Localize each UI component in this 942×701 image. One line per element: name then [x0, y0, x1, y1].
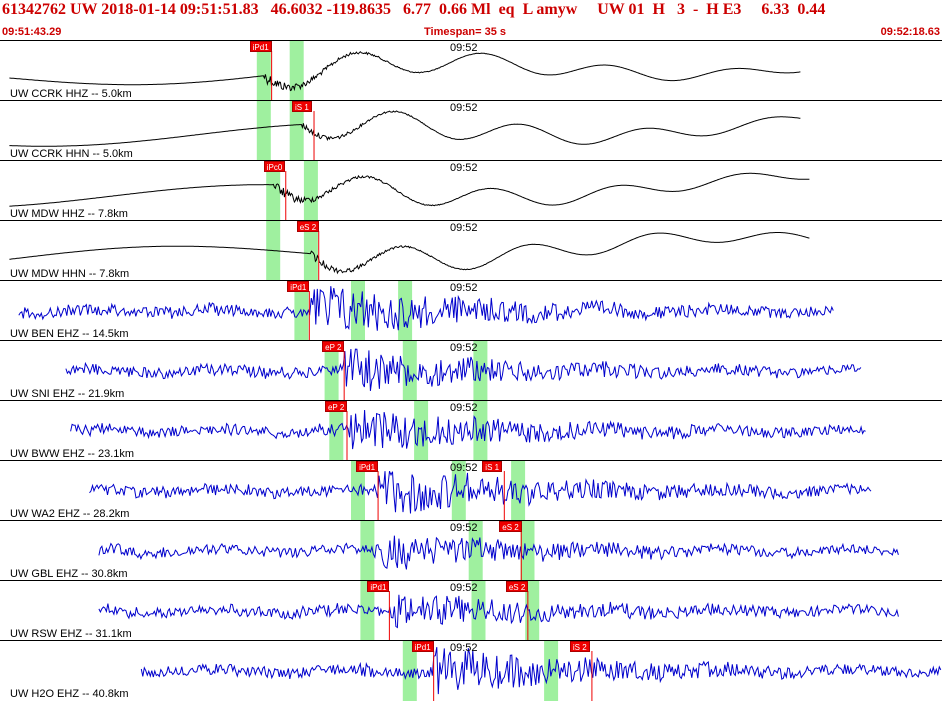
phase-pick-flag[interactable]: iPd1: [249, 41, 272, 52]
phase-pick-flag[interactable]: eS 2: [505, 581, 529, 592]
time-tick-label: 09:52: [450, 402, 478, 414]
phase-pick-flag[interactable]: iS 1: [482, 461, 503, 472]
time-tick-label: 09:52: [450, 582, 478, 594]
phase-pick-flag[interactable]: eP 2: [324, 401, 348, 412]
phase-window: [414, 401, 429, 461]
phase-pick-flag[interactable]: eP 2: [322, 341, 345, 352]
time-tick-label: 09:52: [450, 282, 478, 294]
time-start: 09:51:43.29: [2, 26, 62, 38]
trace-panel[interactable]: eP 2 09:52 UW SNI EHZ -- 21.9km: [0, 340, 942, 401]
trace-panel[interactable]: iPd1 09:52 UW BEN EHZ -- 14.5km: [0, 280, 942, 341]
phase-pick-flag[interactable]: iPd1: [356, 461, 379, 472]
waveform-trace: [9, 232, 810, 275]
phase-window: [256, 101, 271, 161]
trace-panel[interactable]: iPd1 09:52 UW CCRK HHZ -- 5.0km: [0, 40, 942, 101]
channel-label: UW CCRK HHN -- 5.0km: [10, 148, 133, 160]
waveform-trace: [70, 409, 866, 450]
time-tick-label: 09:52: [450, 42, 478, 54]
trace-panel[interactable]: eS 2 09:52 UW GBL EHZ -- 30.8km: [0, 520, 942, 581]
channel-label: UW GBL EHZ -- 30.8km: [10, 568, 128, 580]
phase-pick-flag[interactable]: eS 2: [499, 521, 522, 532]
waveform-trace: [98, 594, 899, 629]
trace-panel[interactable]: eP 2 09:52 UW BWW EHZ -- 23.1km: [0, 400, 942, 461]
time-tick-label: 09:52: [450, 102, 478, 114]
trace-panel[interactable]: iS 1 09:52 UW CCRK HHN -- 5.0km: [0, 100, 942, 161]
timespan: Timespan= 35 s: [424, 26, 507, 38]
event-header: 61342762 UW 2018-01-14 09:51:51.83 46.60…: [0, 0, 942, 26]
trace-panel[interactable]: iPd1 iS 1 09:52 UW WA2 EHZ -- 28.2km: [0, 460, 942, 521]
phase-window: [303, 161, 318, 221]
trace-panel[interactable]: iPd1 iS 2 09:52 UW H2O EHZ -- 40.8km: [0, 640, 942, 701]
channel-label: UW SNI EHZ -- 21.9km: [10, 388, 125, 400]
time-tick-label: 09:52: [450, 462, 478, 474]
channel-label: UW WA2 EHZ -- 28.2km: [10, 508, 130, 520]
channel-label: UW BWW EHZ -- 23.1km: [10, 448, 135, 460]
phase-pick-flag[interactable]: iPd1: [367, 581, 390, 592]
waveform-trace: [9, 110, 801, 147]
channel-label: UW MDW HHN -- 7.8km: [10, 268, 130, 280]
waveform-trace: [89, 471, 872, 514]
time-tick-label: 09:52: [450, 342, 478, 354]
phase-window: [398, 281, 413, 341]
waveform-trace: [140, 647, 942, 695]
waveform-trace: [9, 172, 810, 207]
phase-window: [289, 41, 304, 101]
phase-pick-flag[interactable]: eS 2: [296, 221, 320, 232]
channel-label: UW BEN EHZ -- 14.5km: [10, 328, 129, 340]
phase-pick-flag[interactable]: iPc0: [263, 161, 286, 172]
phase-pick-flag[interactable]: iPd1: [411, 641, 434, 652]
time-tick-label: 09:52: [450, 522, 478, 534]
phase-window: [544, 641, 559, 701]
waveform-panels[interactable]: iPd1 09:52 UW CCRK HHZ -- 5.0km iS 1 09:52 UW…: [0, 40, 942, 701]
waveform-trace: [9, 51, 801, 92]
channel-label: UW RSW EHZ -- 31.1km: [10, 628, 132, 640]
phase-pick-flag[interactable]: iS 1: [292, 101, 312, 112]
channel-label: UW MDW HHZ -- 7.8km: [10, 208, 128, 220]
phase-pick-flag[interactable]: iS 2: [569, 641, 590, 652]
channel-label: UW CCRK HHZ -- 5.0km: [10, 88, 132, 100]
channel-label: UW H2O EHZ -- 40.8km: [10, 688, 129, 700]
waveform-trace: [98, 535, 899, 570]
waveform-trace: [65, 348, 862, 391]
time-tick-label: 09:52: [450, 642, 478, 654]
waveform-trace: [18, 286, 834, 331]
time-tick-label: 09:52: [450, 162, 478, 174]
time-end: 09:52:18.63: [880, 26, 940, 38]
event-title: 61342762 UW 2018-01-14 09:51:51.83 46.60…: [2, 1, 826, 18]
phase-pick-flag[interactable]: iPd1: [287, 281, 310, 292]
time-tick-label: 09:52: [450, 222, 478, 234]
trace-panel[interactable]: iPc0 09:52 UW MDW HHZ -- 7.8km: [0, 160, 942, 221]
trace-panel[interactable]: eS 2 09:52 UW MDW HHN -- 7.8km: [0, 220, 942, 281]
trace-panel[interactable]: iPd1 eS 2 09:52 UW RSW EHZ -- 31.1km: [0, 580, 942, 641]
